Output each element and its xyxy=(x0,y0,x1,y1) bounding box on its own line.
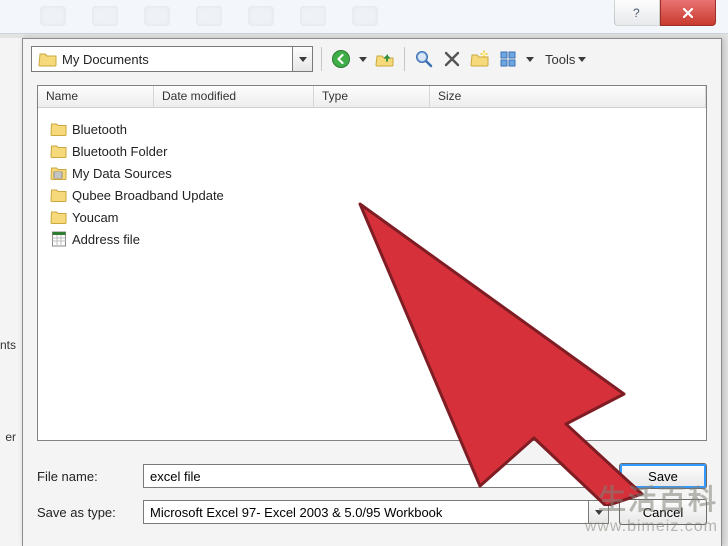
views-dropdown[interactable] xyxy=(525,57,535,62)
file-listing: Name Date modified Type Size Bluetooth Bl… xyxy=(37,85,707,441)
close-icon xyxy=(681,6,695,20)
tools-menu[interactable]: Tools xyxy=(541,50,590,69)
tools-menu-label: Tools xyxy=(545,52,575,67)
savetype-input[interactable] xyxy=(144,501,588,523)
help-icon: ? xyxy=(630,6,644,20)
folder-icon xyxy=(50,142,68,160)
chevron-down-icon xyxy=(578,57,586,62)
help-button[interactable]: ? xyxy=(614,0,660,26)
column-header-type[interactable]: Type xyxy=(314,86,430,107)
file-row[interactable]: Qubee Broadband Update xyxy=(44,184,700,206)
column-header-name[interactable]: Name xyxy=(38,86,154,107)
close-button[interactable] xyxy=(660,0,716,26)
toolbar-divider xyxy=(404,47,405,71)
search-icon xyxy=(414,49,434,69)
file-row-label: My Data Sources xyxy=(72,166,172,181)
file-row[interactable]: My Data Sources xyxy=(44,162,700,184)
datasource-icon xyxy=(50,164,68,182)
delete-icon xyxy=(443,50,461,68)
file-row-label: Youcam xyxy=(72,210,119,225)
views-button[interactable] xyxy=(497,48,519,70)
savetype-label: Save as type: xyxy=(37,505,143,520)
filename-label: File name: xyxy=(37,469,143,484)
views-icon xyxy=(498,49,518,69)
dialog-toolbar: My Documents xyxy=(23,39,721,79)
window-title-buttons: ? xyxy=(614,0,716,26)
filename-input[interactable] xyxy=(144,465,588,487)
listing-header: Name Date modified Type Size xyxy=(38,86,706,108)
back-history-dropdown[interactable] xyxy=(358,57,368,62)
file-row[interactable]: Bluetooth Folder xyxy=(44,140,700,162)
chevron-down-icon xyxy=(359,57,367,62)
up-one-level-button[interactable] xyxy=(374,48,396,70)
cancel-button[interactable]: Cancel xyxy=(619,499,707,525)
save-button[interactable]: Save xyxy=(619,463,707,489)
folder-icon xyxy=(50,186,68,204)
filename-combo[interactable] xyxy=(143,464,609,488)
file-row-label: Address file xyxy=(72,232,140,247)
up-one-level-icon xyxy=(375,49,395,69)
save-form: File name: Save Save as type: Cancel xyxy=(37,455,707,527)
left-hint-a: nts xyxy=(0,338,20,352)
left-hint-b: er xyxy=(0,430,20,444)
file-row-label: Qubee Broadband Update xyxy=(72,188,224,203)
delete-button[interactable] xyxy=(441,48,463,70)
svg-text:?: ? xyxy=(633,6,640,20)
folder-icon xyxy=(38,49,58,69)
back-button[interactable] xyxy=(330,48,352,70)
file-row[interactable]: Youcam xyxy=(44,206,700,228)
file-row[interactable]: Bluetooth xyxy=(44,118,700,140)
save-as-dialog: My Documents xyxy=(22,38,722,546)
savetype-dropdown-button[interactable] xyxy=(588,501,608,523)
excel-icon xyxy=(50,230,68,248)
file-row[interactable]: Address file xyxy=(44,228,700,250)
location-text: My Documents xyxy=(62,51,292,67)
column-header-size[interactable]: Size xyxy=(430,86,706,107)
chevron-down-icon xyxy=(526,57,534,62)
location-dropdown-button[interactable] xyxy=(292,47,312,71)
savetype-combo[interactable] xyxy=(143,500,609,524)
file-row-label: Bluetooth Folder xyxy=(72,144,167,159)
folder-icon xyxy=(50,208,68,226)
back-icon xyxy=(331,49,351,69)
chevron-down-icon xyxy=(595,474,603,479)
column-header-date[interactable]: Date modified xyxy=(154,86,314,107)
toolbar-divider xyxy=(321,47,322,71)
location-combo[interactable]: My Documents xyxy=(31,46,313,72)
chevron-down-icon xyxy=(595,510,603,515)
folder-icon xyxy=(50,120,68,138)
file-row-label: Bluetooth xyxy=(72,122,127,137)
new-folder-button[interactable] xyxy=(469,48,491,70)
search-button[interactable] xyxy=(413,48,435,70)
filename-dropdown-button[interactable] xyxy=(588,465,608,487)
left-panel-sliver: nts er xyxy=(0,38,22,546)
chevron-down-icon xyxy=(299,57,307,62)
new-folder-icon xyxy=(470,49,490,69)
